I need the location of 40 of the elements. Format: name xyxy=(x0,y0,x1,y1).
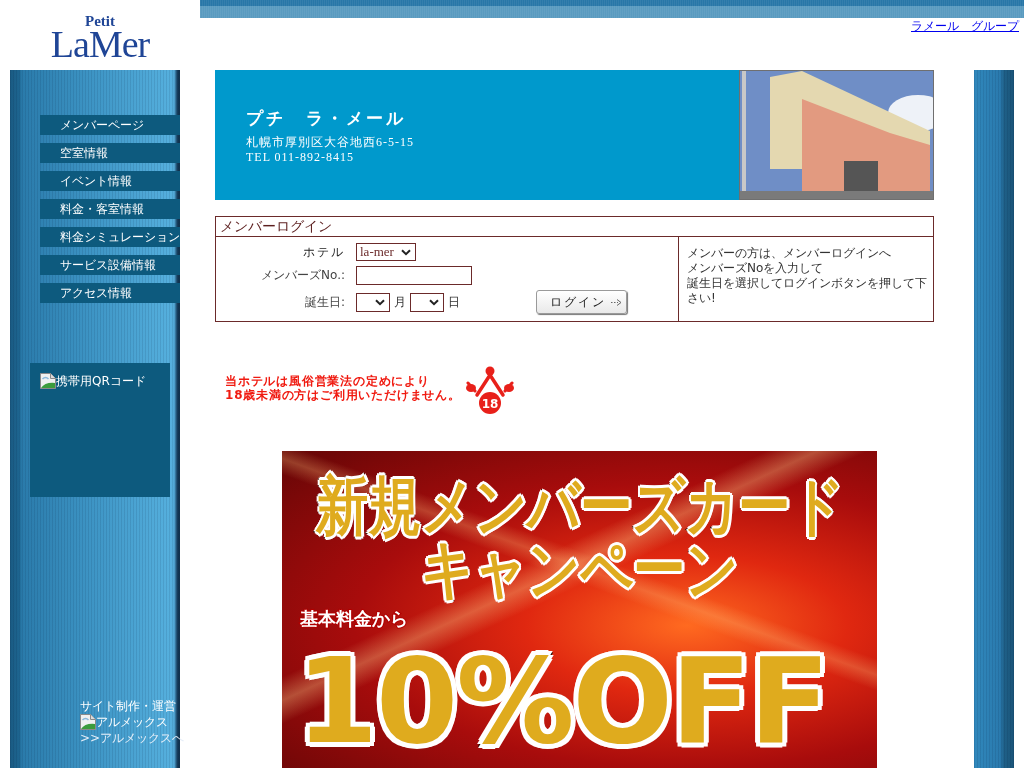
age-warning-text: 当ホテルは風俗営業法の定めにより 18歳未満の方はご利用いただけません。 xyxy=(225,374,461,402)
group-link[interactable]: ラメール グループ xyxy=(911,19,1019,34)
image-icon xyxy=(40,373,56,389)
unit-label: 月 xyxy=(394,293,406,311)
image-alt-text: 携帯用QRコード xyxy=(56,373,146,389)
discount-text: 10%OFF xyxy=(296,646,828,756)
banner-headline: 新規メンバーズカード xyxy=(315,474,844,538)
nav-link[interactable]: 空室情報 xyxy=(40,143,180,163)
chevron-icon xyxy=(375,298,385,306)
hotel-phone: TEL 011-892-8415 xyxy=(246,150,355,165)
day-select[interactable] xyxy=(410,292,444,312)
unit-label: 日 xyxy=(448,293,460,311)
member-number-label: メンバーズNo.: xyxy=(261,267,345,284)
hotel-label: ホテル xyxy=(303,243,345,261)
nav-link[interactable]: 料金シミュレーション xyxy=(40,227,180,247)
chevron-icon xyxy=(401,248,411,256)
panel-title: メンバーログイン xyxy=(220,217,332,236)
arrow-icon xyxy=(610,298,622,306)
hotel-select[interactable]: la-mer xyxy=(356,243,416,261)
nav-link[interactable]: メンバーページ xyxy=(40,115,180,135)
nav-link[interactable]: イベント情報 xyxy=(40,171,180,191)
nav-link[interactable]: サービス設備情報 xyxy=(40,255,180,275)
note-text: メンバーの方は、メンバーログインへ xyxy=(687,246,892,261)
month-select[interactable] xyxy=(356,292,390,312)
hotel-name: プチ ラ・メール xyxy=(246,107,406,129)
nav-link[interactable]: 料金・客室情報 xyxy=(40,199,180,219)
image-icon xyxy=(80,714,96,730)
chevron-icon xyxy=(429,298,439,306)
hotel-address: 札幌市厚別区大谷地西6-5-15 xyxy=(246,135,414,150)
banner-subheadline: キャンペーン xyxy=(420,537,739,601)
image-alt-text: アルメックス xyxy=(96,714,168,730)
member-number-field[interactable] xyxy=(356,266,472,285)
nav-link[interactable]: アクセス情報 xyxy=(40,283,180,303)
login-button[interactable]: ログイン xyxy=(536,290,627,314)
banner-label: 基本料金から xyxy=(300,607,408,631)
note-text: 誕生日を選択してログインボタンを押して下さい! xyxy=(687,276,928,306)
birthday-label: 誕生日: xyxy=(304,293,345,311)
logo[interactable]: Petit LaMer xyxy=(50,14,150,59)
note-text: メンバーズNoを入力して xyxy=(687,261,825,276)
credits-title: サイト制作・運営 xyxy=(80,698,176,714)
